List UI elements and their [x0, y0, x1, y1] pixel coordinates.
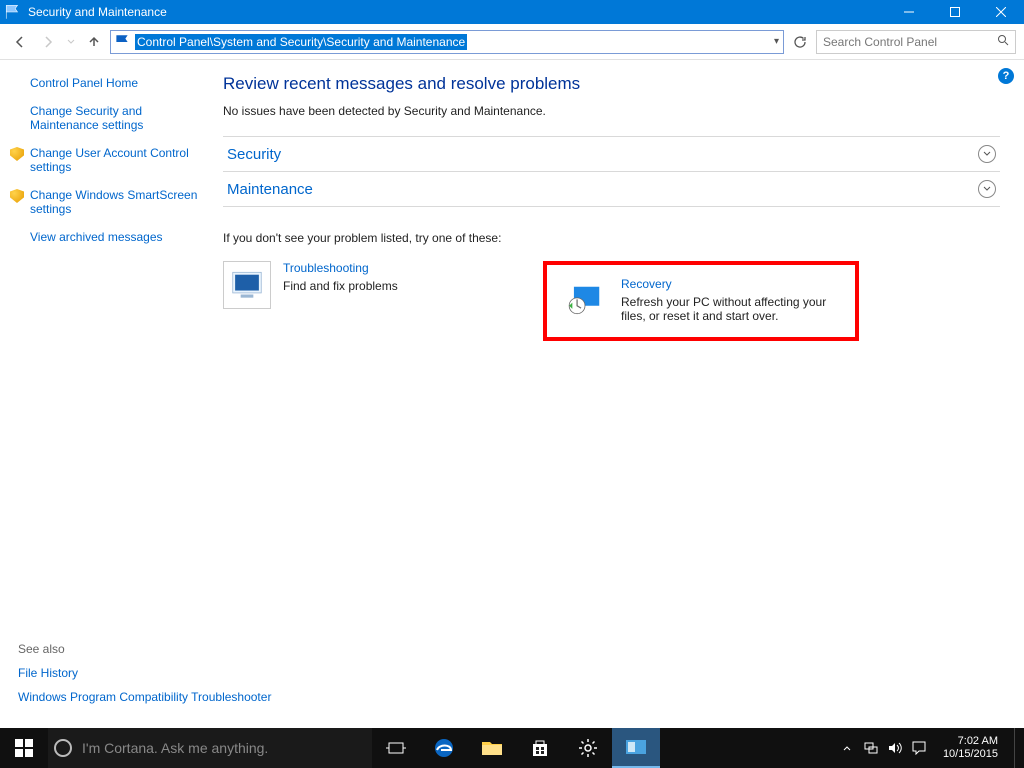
flag-icon: [113, 33, 131, 51]
sidebar-item-smartscreen[interactable]: Change Windows SmartScreen settings: [30, 188, 203, 216]
section-security[interactable]: Security: [223, 136, 1000, 172]
page-heading: Review recent messages and resolve probl…: [223, 74, 1000, 94]
content-area: ? Control Panel Home Change Security and…: [0, 60, 1024, 728]
refresh-button[interactable]: [788, 30, 812, 54]
search-placeholder: Search Control Panel: [823, 35, 937, 49]
forward-button[interactable]: [36, 30, 60, 54]
volume-icon[interactable]: [887, 740, 903, 756]
clock[interactable]: 7:02 AM 10/15/2015: [935, 735, 1006, 761]
time-text: 7:02 AM: [943, 735, 998, 748]
edge-button[interactable]: [420, 728, 468, 768]
back-button[interactable]: [8, 30, 32, 54]
title-bar: Security and Maintenance: [0, 0, 1024, 24]
try-text: If you don't see your problem listed, tr…: [223, 231, 1000, 245]
network-icon[interactable]: [863, 740, 879, 756]
troubleshooting-option[interactable]: Troubleshooting Find and fix problems: [223, 261, 503, 341]
option-desc: Find and fix problems: [283, 279, 398, 293]
address-text: Control Panel\System and Security\Securi…: [135, 34, 467, 50]
search-icon: [997, 34, 1009, 49]
store-button[interactable]: [516, 728, 564, 768]
action-center-icon[interactable]: [911, 740, 927, 756]
start-button[interactable]: [0, 728, 48, 768]
option-title: Recovery: [621, 277, 841, 291]
task-view-button[interactable]: [372, 728, 420, 768]
main-panel: Review recent messages and resolve probl…: [215, 60, 1024, 728]
sidebar-item-settings[interactable]: Change Security and Maintenance settings: [30, 104, 203, 132]
sidebar: Control Panel Home Change Security and M…: [0, 60, 215, 728]
search-input[interactable]: Search Control Panel: [816, 30, 1016, 54]
see-also-file-history[interactable]: File History: [18, 666, 271, 680]
see-also-header: See also: [18, 642, 271, 656]
control-panel-taskbar-button[interactable]: [612, 728, 660, 768]
explorer-button[interactable]: [468, 728, 516, 768]
sidebar-item-uac[interactable]: Change User Account Control settings: [30, 146, 203, 174]
section-maintenance[interactable]: Maintenance: [223, 172, 1000, 207]
help-icon[interactable]: ?: [998, 68, 1014, 84]
chevron-down-icon: [978, 145, 996, 163]
window-title: Security and Maintenance: [28, 5, 167, 19]
see-also-compat-troubleshooter[interactable]: Windows Program Compatibility Troublesho…: [18, 690, 271, 704]
flag-icon: [4, 4, 22, 20]
option-desc: Refresh your PC without affecting your f…: [621, 295, 841, 323]
settings-button[interactable]: [564, 728, 612, 768]
recent-dropdown[interactable]: [64, 30, 78, 54]
cortana-icon: [54, 739, 72, 757]
up-button[interactable]: [82, 30, 106, 54]
system-tray: 7:02 AM 10/15/2015: [839, 728, 1024, 768]
recovery-option[interactable]: Recovery Refresh your PC without affecti…: [561, 277, 841, 325]
cortana-search[interactable]: I'm Cortana. Ask me anything.: [48, 728, 372, 768]
option-title: Troubleshooting: [283, 261, 398, 275]
tray-chevron-icon[interactable]: [839, 740, 855, 756]
minimize-button[interactable]: [886, 0, 932, 24]
chevron-down-icon: [978, 180, 996, 198]
maximize-button[interactable]: [932, 0, 978, 24]
recovery-icon: [561, 277, 609, 325]
chevron-down-icon[interactable]: ▾: [774, 36, 779, 47]
taskbar: I'm Cortana. Ask me anything. 7:02 AM 10…: [0, 728, 1024, 768]
status-text: No issues have been detected by Security…: [223, 104, 1000, 118]
show-desktop-button[interactable]: [1014, 728, 1020, 768]
troubleshooting-icon: [223, 261, 271, 309]
date-text: 10/15/2015: [943, 748, 998, 761]
sidebar-item-home[interactable]: Control Panel Home: [30, 76, 203, 90]
address-bar[interactable]: Control Panel\System and Security\Securi…: [110, 30, 784, 54]
close-button[interactable]: [978, 0, 1024, 24]
section-title: Security: [227, 146, 281, 163]
section-title: Maintenance: [227, 181, 313, 198]
toolbar: Control Panel\System and Security\Securi…: [0, 24, 1024, 60]
sidebar-item-archived[interactable]: View archived messages: [30, 230, 203, 244]
cortana-placeholder: I'm Cortana. Ask me anything.: [82, 740, 268, 756]
highlight-box: Recovery Refresh your PC without affecti…: [543, 261, 859, 341]
see-also: See also File History Windows Program Co…: [18, 642, 271, 714]
